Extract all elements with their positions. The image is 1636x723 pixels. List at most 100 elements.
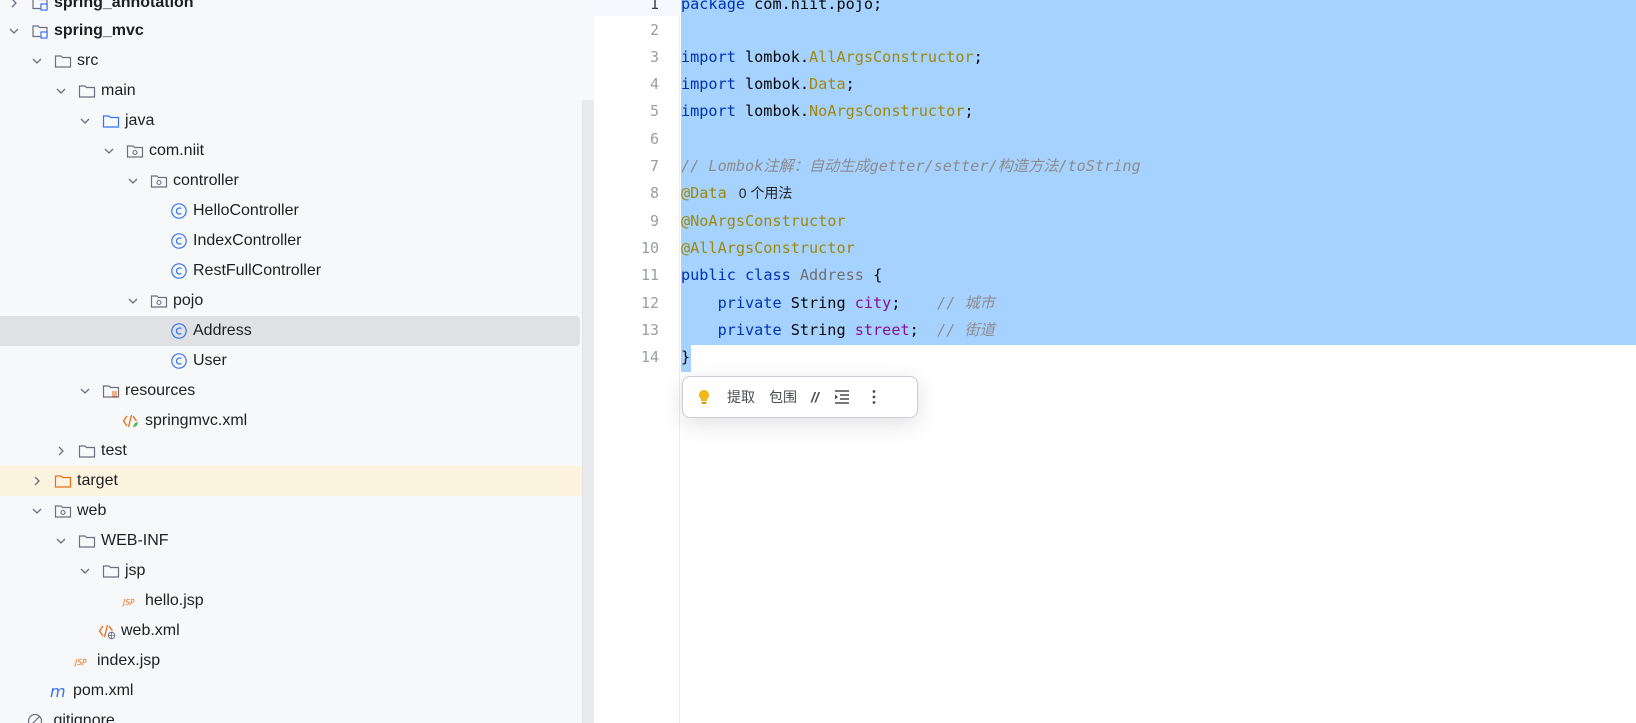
chevron-down-icon[interactable] — [29, 53, 45, 69]
tree-item-label: WEB-INF — [101, 532, 169, 549]
tree-item-restfullcontroller[interactable]: RestFullController — [0, 256, 594, 286]
floating-code-toolbar: 提取 包围 // — [682, 376, 918, 418]
chevron-down-icon[interactable] — [29, 503, 45, 519]
folder-icon — [53, 51, 73, 71]
tree-item-controller[interactable]: controller — [0, 166, 594, 196]
line-number: 3 — [649, 48, 659, 66]
chevron-down-icon[interactable] — [101, 143, 117, 159]
lightbulb-icon[interactable] — [695, 383, 713, 411]
tree-item-label: Address — [193, 322, 252, 339]
package-icon — [125, 141, 145, 161]
chevron-down-icon[interactable] — [6, 23, 22, 39]
class-icon — [169, 231, 189, 251]
chevron-down-icon[interactable] — [53, 83, 69, 99]
tree-item-label: jsp — [125, 562, 146, 579]
tree-item-web-inf[interactable]: WEB-INF — [0, 526, 594, 556]
chevron-down-icon[interactable] — [125, 173, 141, 189]
tree-item-java[interactable]: java — [0, 106, 594, 136]
tree-item-label: spring_mvc — [54, 22, 144, 39]
tree-item-web-xml[interactable]: web.xml — [0, 616, 594, 646]
surround-button[interactable]: 包围 — [769, 383, 797, 411]
chevron-right-icon[interactable] — [53, 443, 69, 459]
tree-item-hello-jsp[interactable]: JSP hello.jsp — [0, 586, 594, 616]
chevron-down-icon[interactable] — [77, 383, 93, 399]
tree-item-resources[interactable]: resources — [0, 376, 594, 406]
ignore-icon — [25, 711, 45, 723]
tree-item-target[interactable]: target — [0, 466, 594, 496]
folder-icon — [77, 441, 97, 461]
code-line-13: private String street; // 街道 — [717, 321, 995, 339]
line-number: 13 — [640, 321, 659, 339]
tree-item-address[interactable]: Address — [0, 316, 580, 346]
tree-item-main[interactable]: main — [0, 76, 594, 106]
web-xml-icon — [97, 621, 117, 641]
tree-item-jsp[interactable]: jsp — [0, 556, 594, 586]
tree-item-label: java — [125, 112, 155, 129]
tree-item-indexcontroller[interactable]: IndexController — [0, 226, 594, 256]
usages-inlay-hint[interactable]: 0 个用法 — [739, 185, 793, 201]
tree-item-label: controller — [173, 172, 239, 189]
source-folder-icon — [101, 111, 121, 131]
tree-item-test[interactable]: test — [0, 436, 594, 466]
svg-text:JSP: JSP — [122, 598, 135, 607]
code-editor[interactable]: 1 2 3 4 5 6 7 8 9 10 11 12 13 14 package… — [594, 0, 1636, 723]
line-number: 7 — [649, 157, 659, 175]
tree-item-label: web — [77, 502, 107, 519]
svg-text:m: m — [50, 682, 66, 700]
package-icon — [149, 291, 169, 311]
line-number: 12 — [640, 294, 659, 312]
tree-item-index-jsp[interactable]: JSP index.jsp — [0, 646, 594, 676]
chevron-down-icon[interactable] — [77, 113, 93, 129]
code-line-9: @NoArgsConstructor — [681, 212, 846, 230]
line-number: 5 — [649, 102, 659, 120]
line-number: 8 — [649, 184, 659, 202]
chevron-down-icon[interactable] — [77, 563, 93, 579]
class-icon — [169, 201, 189, 221]
tree-item-label: src — [77, 52, 99, 69]
chevron-down-icon[interactable] — [125, 293, 141, 309]
tree-item-label: .gitignore — [49, 712, 115, 723]
code-line-3: import lombok.AllArgsConstructor; — [681, 48, 983, 66]
tree-scrollbar[interactable] — [582, 100, 594, 723]
extract-button[interactable]: 提取 — [727, 383, 755, 411]
tree-item-label: test — [101, 442, 127, 459]
tree-item-label: RestFullController — [193, 262, 322, 279]
comment-button[interactable]: // — [811, 383, 819, 411]
package-icon — [149, 171, 169, 191]
tree-item-label: com.niit — [149, 142, 205, 159]
code-line-8: @Data 0 个用法 — [681, 184, 793, 202]
excluded-folder-icon — [53, 471, 73, 491]
code-line-7: // Lombok注解：自动生成getter/setter/构造方法/toStr… — [681, 157, 1141, 175]
chevron-right-icon[interactable] — [29, 473, 45, 489]
module-icon — [30, 0, 50, 13]
module-icon — [30, 21, 50, 41]
tree-item-pojo[interactable]: pojo — [0, 286, 594, 316]
tree-item-user[interactable]: User — [0, 346, 594, 376]
tree-item-springmvc-xml[interactable]: springmvc.xml — [0, 406, 594, 436]
tree-item-web[interactable]: web — [0, 496, 594, 526]
tree-item-pom-xml[interactable]: m pom.xml — [0, 676, 594, 706]
tree-item-spring-mvc[interactable]: spring_mvc — [0, 16, 594, 46]
line-number: 9 — [649, 212, 659, 230]
tree-item-src[interactable]: src — [0, 46, 594, 76]
jsp-icon: JSP — [73, 651, 93, 671]
tree-item-com-niit[interactable]: com.niit — [0, 136, 594, 166]
more-options-icon[interactable] — [865, 383, 883, 411]
line-number: 4 — [649, 75, 659, 93]
tree-item-label: resources — [125, 382, 196, 399]
tree-item-label: target — [77, 472, 118, 489]
reformat-icon[interactable] — [833, 383, 851, 411]
folder-icon — [77, 81, 97, 101]
line-number: 1 — [649, 0, 659, 13]
class-icon — [169, 351, 189, 371]
chevron-down-icon[interactable] — [53, 533, 69, 549]
chevron-right-icon[interactable] — [6, 0, 22, 11]
maven-icon: m — [49, 681, 69, 701]
tree-item-label: index.jsp — [97, 652, 161, 669]
code-line-5: import lombok.NoArgsConstructor; — [681, 102, 974, 120]
tree-item-gitignore[interactable]: .gitignore — [0, 706, 594, 723]
code-line-12: private String city; // 城市 — [717, 294, 995, 312]
line-number: 14 — [640, 348, 659, 366]
tree-item-hellocontroller[interactable]: HelloController — [0, 196, 594, 226]
line-number: 2 — [649, 21, 659, 39]
